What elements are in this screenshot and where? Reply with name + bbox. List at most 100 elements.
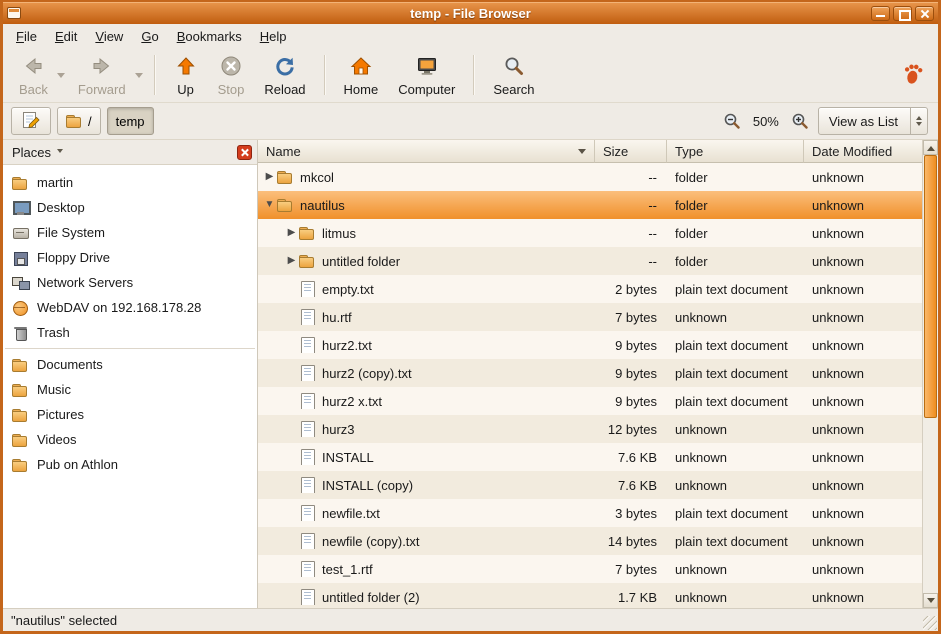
path-root-button[interactable]: / xyxy=(57,107,101,135)
expander-expanded-icon[interactable]: ▼ xyxy=(262,200,277,210)
table-row[interactable]: ▶newfile (copy).txt 14 bytes plain text … xyxy=(258,527,922,555)
menu-file[interactable]: File xyxy=(7,24,46,50)
minimize-button[interactable] xyxy=(871,6,890,21)
expander-collapsed-icon[interactable]: ▶ xyxy=(284,256,299,266)
sidebar-item-floppy-drive[interactable]: Floppy Drive xyxy=(3,245,257,270)
scrollbar-track[interactable] xyxy=(923,155,938,593)
size-cell: -- xyxy=(595,198,667,213)
floppy-icon xyxy=(12,250,29,266)
maximize-button[interactable] xyxy=(893,6,912,21)
up-arrow-icon xyxy=(174,54,198,81)
reload-button[interactable]: Reload xyxy=(254,52,315,99)
computer-button[interactable]: Computer xyxy=(388,52,465,99)
sidebar-item-file-system[interactable]: File System xyxy=(3,220,257,245)
table-row[interactable]: ▶hurz3 12 bytes unknown unknown xyxy=(258,415,922,443)
table-row[interactable]: ▶untitled folder (2) 1.7 KB unknown unkn… xyxy=(258,583,922,608)
menu-help[interactable]: Help xyxy=(251,24,296,50)
sidebar-item-pictures[interactable]: Pictures xyxy=(3,402,257,427)
trash-icon xyxy=(12,325,29,341)
table-row[interactable]: ▶test_1.rtf 7 bytes unknown unknown xyxy=(258,555,922,583)
table-row[interactable]: ▶hurz2.txt 9 bytes plain text document u… xyxy=(258,331,922,359)
back-history-dropdown[interactable] xyxy=(54,56,68,94)
folder-icon xyxy=(277,169,294,185)
table-row[interactable]: ▶newfile.txt 3 bytes plain text document… xyxy=(258,499,922,527)
text-file-icon xyxy=(299,589,316,605)
chevron-down-icon xyxy=(927,598,935,607)
column-header-size[interactable]: Size xyxy=(595,140,667,163)
toggle-location-entry-button[interactable] xyxy=(11,107,51,135)
sidebar-item-documents[interactable]: Documents xyxy=(3,352,257,377)
forward-button[interactable]: Forward xyxy=(68,52,136,99)
menu-edit[interactable]: Edit xyxy=(46,24,86,50)
window-icon xyxy=(7,7,21,19)
view-selector[interactable]: View as List xyxy=(818,107,928,135)
date-cell: unknown xyxy=(804,198,922,213)
desktop-icon xyxy=(12,200,29,216)
sidebar-item-desktop[interactable]: Desktop xyxy=(3,195,257,220)
type-cell: unknown xyxy=(667,450,804,465)
sidebar-close-button[interactable] xyxy=(237,145,252,160)
sidebar-item-music[interactable]: Music xyxy=(3,377,257,402)
table-row[interactable]: ▶litmus -- folder unknown xyxy=(258,219,922,247)
type-cell: plain text document xyxy=(667,506,804,521)
menu-bookmarks[interactable]: Bookmarks xyxy=(168,24,251,50)
stop-button[interactable]: Stop xyxy=(208,52,255,99)
table-row[interactable]: ▶hurz2 x.txt 9 bytes plain text document… xyxy=(258,387,922,415)
title-bar[interactable]: temp - File Browser xyxy=(3,2,938,24)
drive-icon xyxy=(12,225,29,241)
zoom-in-button[interactable] xyxy=(790,109,810,133)
file-name: INSTALL xyxy=(322,450,374,465)
forward-history-dropdown[interactable] xyxy=(132,56,146,94)
text-file-icon xyxy=(299,533,316,549)
sidebar-item-martin[interactable]: martin xyxy=(3,170,257,195)
table-row[interactable]: ▶hu.rtf 7 bytes unknown unknown xyxy=(258,303,922,331)
window-title: temp - File Browser xyxy=(3,6,938,21)
type-cell: plain text document xyxy=(667,366,804,381)
close-button[interactable] xyxy=(915,6,934,21)
sidebar-item-pub-on-athlon[interactable]: Pub on Athlon xyxy=(3,452,257,477)
table-row[interactable]: ▶empty.txt 2 bytes plain text document u… xyxy=(258,275,922,303)
expander-collapsed-icon[interactable]: ▶ xyxy=(262,172,277,182)
date-cell: unknown xyxy=(804,590,922,605)
type-cell: unknown xyxy=(667,422,804,437)
menu-view[interactable]: View xyxy=(86,24,132,50)
table-row[interactable]: ▶untitled folder -- folder unknown xyxy=(258,247,922,275)
search-button[interactable]: Search xyxy=(483,52,544,99)
scroll-down-button[interactable] xyxy=(923,593,938,608)
sidebar-item-videos[interactable]: Videos xyxy=(3,427,257,452)
home-button[interactable]: Home xyxy=(334,52,389,99)
text-file-icon xyxy=(299,337,316,353)
column-header-name[interactable]: Name xyxy=(258,140,595,163)
resize-grip[interactable] xyxy=(923,616,937,630)
table-row[interactable]: ▶INSTALL (copy) 7.6 KB unknown unknown xyxy=(258,471,922,499)
sidebar-item-webdav[interactable]: WebDAV on 192.168.178.28 xyxy=(3,295,257,320)
path-current-button[interactable]: temp xyxy=(107,107,154,135)
date-cell: unknown xyxy=(804,562,922,577)
type-cell: unknown xyxy=(667,478,804,493)
column-header-type[interactable]: Type xyxy=(667,140,804,163)
vertical-scrollbar[interactable] xyxy=(922,140,938,608)
sidebar-item-network-servers[interactable]: Network Servers xyxy=(3,270,257,295)
sidebar-pane-selector[interactable]: Places xyxy=(12,145,63,160)
sidebar-item-trash[interactable]: Trash xyxy=(3,320,257,345)
file-name: mkcol xyxy=(300,170,334,185)
scroll-up-button[interactable] xyxy=(923,140,938,155)
folder-icon xyxy=(299,225,316,241)
toolbar-separator xyxy=(473,55,475,95)
up-button[interactable]: Up xyxy=(164,52,208,99)
table-row[interactable]: ▶mkcol -- folder unknown xyxy=(258,163,922,191)
table-row[interactable]: ▶INSTALL 7.6 KB unknown unknown xyxy=(258,443,922,471)
network-icon xyxy=(12,275,29,291)
zoom-out-button[interactable] xyxy=(722,109,742,133)
column-header-date-modified[interactable]: Date Modified xyxy=(804,140,922,163)
chevron-down-icon xyxy=(57,73,65,82)
scrollbar-thumb[interactable] xyxy=(924,155,937,418)
file-rows: ▶mkcol -- folder unknown ▼nautilus -- fo… xyxy=(258,163,922,608)
back-button[interactable]: Back xyxy=(9,52,58,99)
table-row[interactable]: ▶hurz2 (copy).txt 9 bytes plain text doc… xyxy=(258,359,922,387)
table-row-selected[interactable]: ▼nautilus -- folder unknown xyxy=(258,191,922,219)
size-cell: 2 bytes xyxy=(595,282,667,297)
menu-go[interactable]: Go xyxy=(132,24,167,50)
expander-collapsed-icon[interactable]: ▶ xyxy=(284,228,299,238)
text-file-icon xyxy=(299,449,316,465)
